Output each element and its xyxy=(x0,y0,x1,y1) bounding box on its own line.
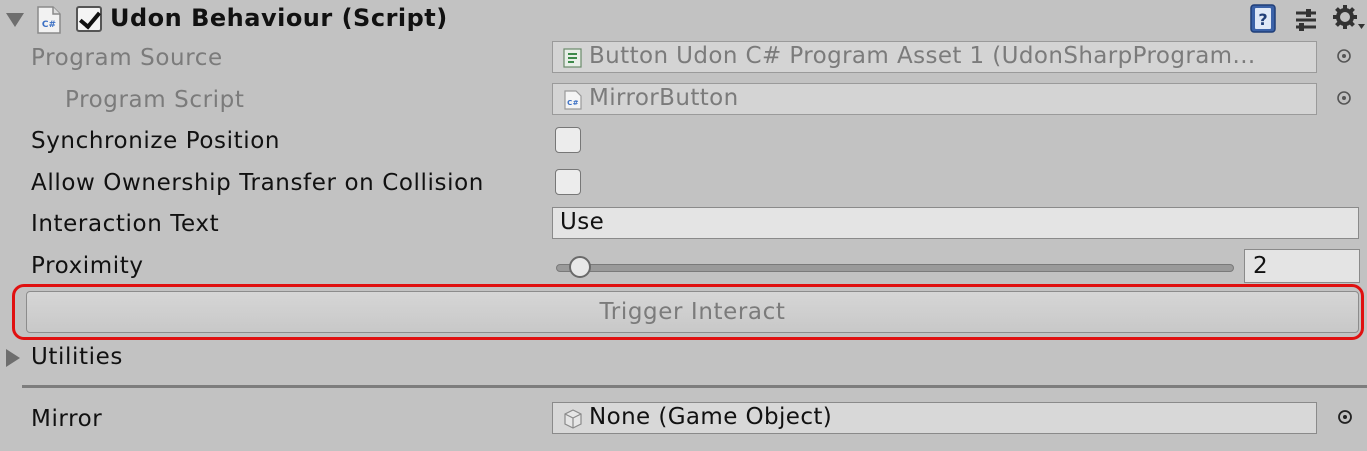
allow-ownership-transfer-row: Allow Ownership Transfer on Collision xyxy=(0,163,1367,203)
allow-ownership-transfer-label: Allow Ownership Transfer on Collision xyxy=(31,170,484,196)
program-source-row: Program Source Button Udon C# Program As… xyxy=(0,38,1367,78)
interaction-text-input[interactable]: Use xyxy=(552,207,1359,239)
proximity-row: Proximity 2 xyxy=(0,246,1367,286)
section-divider xyxy=(22,385,1367,388)
proximity-slider-track[interactable] xyxy=(556,264,1234,272)
synchronize-position-row: Synchronize Position xyxy=(0,121,1367,161)
program-source-value: Button Udon C# Program Asset 1 (UdonShar… xyxy=(589,43,1256,69)
mirror-label: Mirror xyxy=(31,406,103,432)
inspector-panel: C# Udon Behaviour (Script) ? Program Sou… xyxy=(0,0,1367,451)
component-enabled-checkbox[interactable] xyxy=(76,6,102,32)
synchronize-position-checkbox[interactable] xyxy=(555,127,581,153)
program-script-field[interactable]: C# MirrorButton xyxy=(552,83,1317,115)
proximity-value-input[interactable]: 2 xyxy=(1244,249,1360,283)
utilities-foldout-label[interactable]: Utilities xyxy=(31,344,123,370)
component-title: Udon Behaviour (Script) xyxy=(110,4,448,32)
object-picker-icon[interactable] xyxy=(1337,409,1353,425)
svg-text:C#: C# xyxy=(567,99,579,107)
program-script-value: MirrorButton xyxy=(589,85,739,111)
help-icon[interactable]: ? xyxy=(1249,4,1279,34)
program-source-label: Program Source xyxy=(31,45,223,71)
synchronize-position-label: Synchronize Position xyxy=(31,128,281,154)
mirror-object-field[interactable]: None (Game Object) xyxy=(552,402,1317,434)
object-picker-icon[interactable] xyxy=(1336,90,1352,106)
cs-script-icon: C# xyxy=(37,6,61,34)
program-source-field[interactable]: Button Udon C# Program Asset 1 (UdonShar… xyxy=(552,41,1317,73)
svg-text:C#: C# xyxy=(42,20,56,30)
preset-icon[interactable] xyxy=(1292,6,1320,34)
gear-icon[interactable] xyxy=(1332,4,1366,34)
object-picker-icon[interactable] xyxy=(1336,48,1352,64)
proximity-slider-thumb[interactable] xyxy=(569,256,592,278)
udon-program-asset-icon xyxy=(563,48,582,68)
program-script-row: Program Script C# MirrorButton xyxy=(0,80,1367,120)
interaction-text-label: Interaction Text xyxy=(31,211,220,237)
foldout-collapsed-icon[interactable] xyxy=(6,349,20,367)
interaction-text-value: Use xyxy=(560,209,605,235)
component-header: C# Udon Behaviour (Script) ? xyxy=(0,0,1367,40)
program-script-label: Program Script xyxy=(65,87,245,113)
proximity-label: Proximity xyxy=(31,253,144,279)
svg-text:?: ? xyxy=(1258,10,1267,29)
game-object-icon xyxy=(564,409,582,429)
mirror-value: None (Game Object) xyxy=(589,404,833,430)
allow-ownership-transfer-checkbox[interactable] xyxy=(555,169,581,195)
trigger-interact-button[interactable]: Trigger Interact xyxy=(26,291,1359,333)
mirror-row: Mirror None (Game Object) xyxy=(0,399,1367,439)
cs-script-icon: C# xyxy=(564,90,582,110)
foldout-expanded-icon[interactable] xyxy=(6,13,24,27)
interaction-text-row: Interaction Text Use xyxy=(0,204,1367,244)
